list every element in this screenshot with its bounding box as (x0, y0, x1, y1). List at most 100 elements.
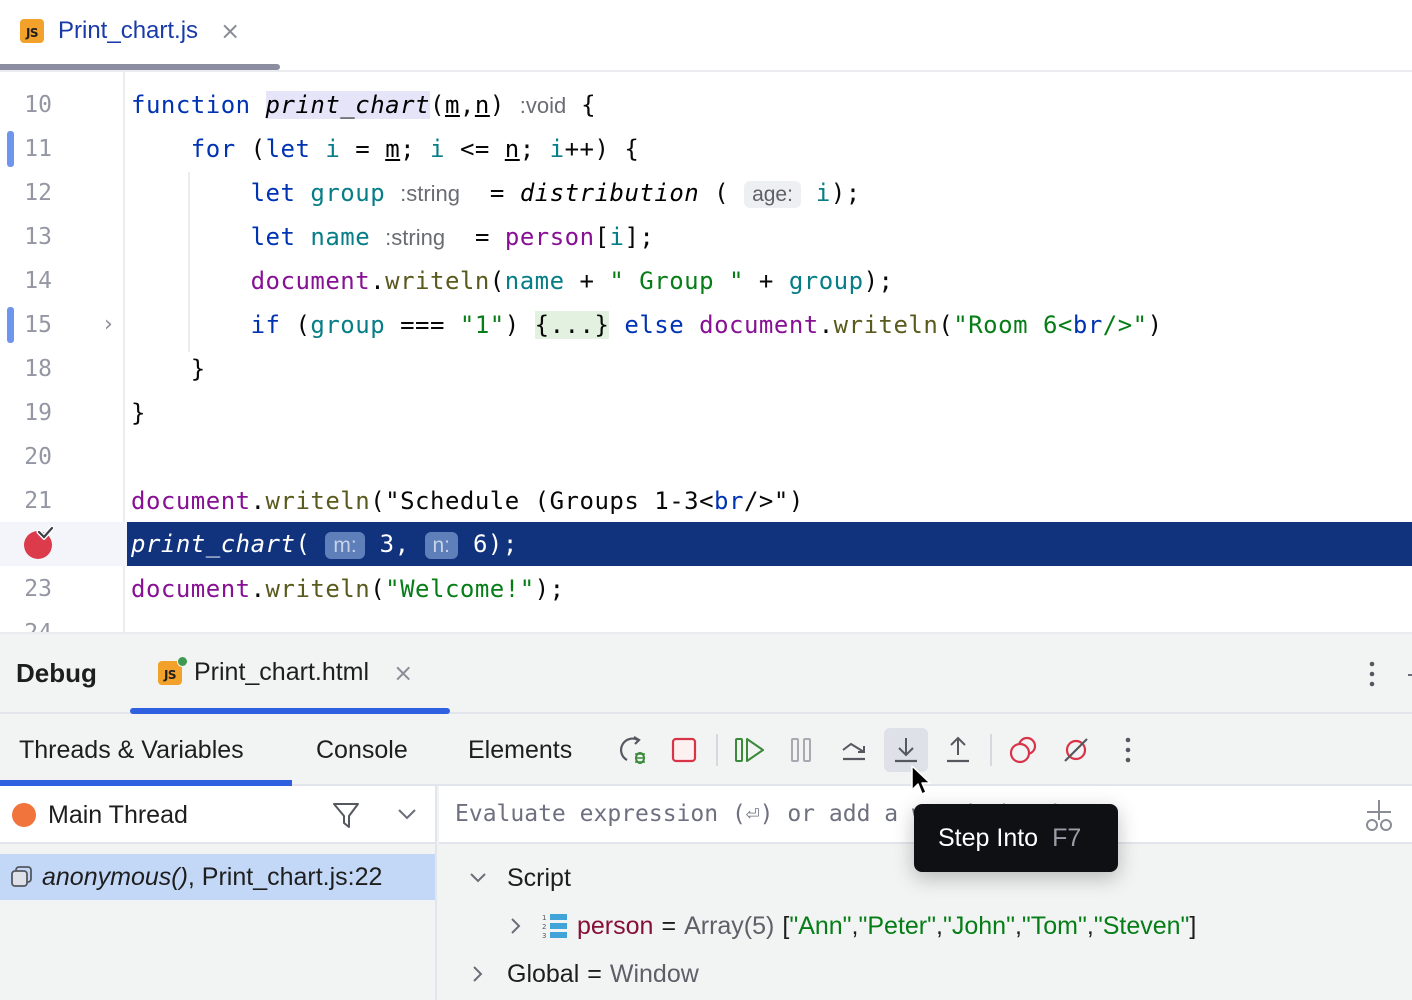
svg-text:1: 1 (542, 914, 546, 922)
svg-text:3: 3 (542, 932, 546, 940)
line-number[interactable]: 24 (0, 611, 62, 632)
filter-icon[interactable] (330, 799, 362, 831)
editor-tab-print-chart-js[interactable]: JS Print_chart.js × (20, 14, 240, 48)
chevron-down-icon[interactable] (467, 867, 489, 889)
close-tab-icon[interactable]: × (220, 19, 240, 43)
code-text[interactable]: let name :string = person[i]; (131, 215, 654, 259)
line-number[interactable]: 23 (0, 567, 62, 611)
tab-elements[interactable]: Elements (468, 716, 572, 784)
view-breakpoints-icon (1009, 736, 1037, 764)
folded-code-block[interactable]: {...} (534, 311, 610, 339)
code-text[interactable]: print_chart( m: 3, n: 6); (131, 522, 518, 566)
code-line: 18 } (0, 347, 1412, 391)
svg-text:2: 2 (542, 923, 546, 931)
rerun-button[interactable] (612, 728, 656, 772)
execution-line: print_chart( m: 3, n: 6); (0, 522, 1412, 566)
code-line: 20 (0, 435, 1412, 479)
line-number[interactable]: 14 (0, 259, 62, 303)
code-text[interactable]: for (let i = m; i <= n; i++) { (131, 127, 639, 171)
javascript-file-icon: JS (20, 19, 44, 43)
array-value: "Steven" (1093, 911, 1190, 940)
line-number[interactable]: 21 (0, 479, 62, 523)
debug-session-tab[interactable]: JS Print_chart.html × (158, 655, 413, 687)
horizontal-scrollbar[interactable] (0, 64, 280, 70)
javascript-file-icon: JS (158, 655, 188, 685)
code-text[interactable]: document.writeln("Welcome!"); (131, 567, 565, 611)
tab-threads-variables[interactable]: Threads & Variables (19, 716, 244, 784)
resume-button[interactable] (728, 728, 772, 772)
parameter-hint: m: (325, 532, 365, 559)
step-over-button[interactable] (832, 728, 876, 772)
more-options-icon[interactable] (1366, 660, 1378, 690)
line-number[interactable]: 19 (0, 391, 62, 435)
stop-button[interactable] (662, 728, 706, 772)
code-text[interactable]: document.writeln(name + " Group " + grou… (131, 259, 893, 303)
running-indicator-icon (177, 655, 188, 667)
array-value: "Peter" (858, 911, 937, 940)
code-line: 14 document.writeln(name + " Group " + g… (0, 259, 1412, 303)
line-number[interactable]: 12 (0, 171, 62, 215)
line-number[interactable]: 13 (0, 215, 62, 259)
code-text[interactable]: } (131, 347, 206, 391)
step-over-icon (842, 742, 865, 761)
step-out-icon (947, 736, 969, 763)
frames-pane: Main Thread anonymous() , Print_chart.js… (0, 786, 437, 1000)
code-line: 10 function print_chart(m,n) :void { (0, 83, 1412, 127)
code-line: 13 let name :string = person[i]; (0, 215, 1412, 259)
more-icon (1125, 737, 1131, 763)
chevron-down-icon[interactable] (396, 806, 418, 822)
code-line: 21 document.writeln("Schedule (Groups 1-… (0, 479, 1412, 523)
thread-selector[interactable]: Main Thread (0, 786, 435, 844)
step-into-icon (895, 738, 917, 763)
tree-node-script[interactable]: Script (467, 854, 571, 902)
tree-node-label: Script (507, 863, 571, 892)
mute-breakpoints-button[interactable] (1054, 728, 1098, 772)
close-session-icon[interactable]: × (393, 661, 413, 685)
chevron-right-icon[interactable] (505, 915, 527, 937)
view-breakpoints-button[interactable] (1002, 728, 1046, 772)
array-value: "Ann" (789, 911, 852, 940)
resume-icon (735, 738, 764, 762)
more-actions-button[interactable] (1106, 728, 1150, 772)
code-text[interactable]: let group :string = distribution ( age: … (131, 171, 861, 215)
thread-name: Main Thread (48, 801, 188, 829)
parameter-hint: n: (424, 532, 459, 559)
code-line: 23 document.writeln("Welcome!"); (0, 567, 1412, 611)
frame-function: anonymous() (42, 862, 188, 891)
code-line: 12 let group :string = distribution ( ag… (0, 171, 1412, 215)
step-into-tooltip: Step Into F7 (914, 804, 1118, 872)
stack-frame-item[interactable]: anonymous() , Print_chart.js:22 (0, 854, 435, 900)
debug-session-title: Print_chart.html (194, 658, 370, 686)
line-number[interactable]: 15 (0, 303, 62, 347)
tree-node-global[interactable]: Global = Window (467, 950, 699, 998)
frame-location: , Print_chart.js:22 (187, 862, 383, 891)
line-number[interactable]: 11 (0, 127, 62, 171)
variable-person[interactable]: 1 2 3 person = Array(5) ["Ann", "Peter",… (505, 902, 1196, 950)
code-text[interactable]: function print_chart(m,n) :void { (131, 83, 596, 127)
code-text[interactable]: if (group === "1") {...} else document.w… (131, 303, 1163, 347)
add-watch-icon[interactable] (1359, 796, 1399, 836)
tab-console[interactable]: Console (316, 716, 408, 784)
hide-panel-icon[interactable] (1408, 674, 1412, 676)
code-text[interactable]: } (131, 391, 146, 435)
code-line: 15 › if (group === "1") {...} else docum… (0, 303, 1412, 347)
thread-status-icon (12, 803, 36, 827)
debug-tool-window: Debug JS Print_chart.html × Threads & Va… (0, 632, 1412, 1000)
type-hint: :string (400, 181, 461, 206)
code-editor[interactable]: 10 function print_chart(m,n) :void { 11 … (0, 72, 1412, 632)
toolbar-separator (990, 734, 992, 766)
line-number[interactable]: 20 (0, 435, 62, 479)
code-text[interactable]: document.writeln("Schedule (Groups 1-3<b… (131, 479, 804, 523)
expand-fold-icon[interactable]: › (104, 303, 113, 347)
step-out-button[interactable] (936, 728, 980, 772)
chevron-right-icon[interactable] (467, 963, 489, 985)
pause-button[interactable] (780, 728, 824, 772)
editor-tab-title: Print_chart.js (58, 17, 199, 44)
active-tab-indicator (130, 708, 450, 714)
evaluate-expression-input[interactable] (439, 786, 1339, 842)
array-value: "John" (942, 911, 1015, 940)
line-number[interactable]: 10 (0, 83, 62, 127)
breakpoint-verified-check-icon (36, 526, 54, 540)
mute-breakpoints-icon (1064, 738, 1088, 762)
line-number[interactable]: 18 (0, 347, 62, 391)
